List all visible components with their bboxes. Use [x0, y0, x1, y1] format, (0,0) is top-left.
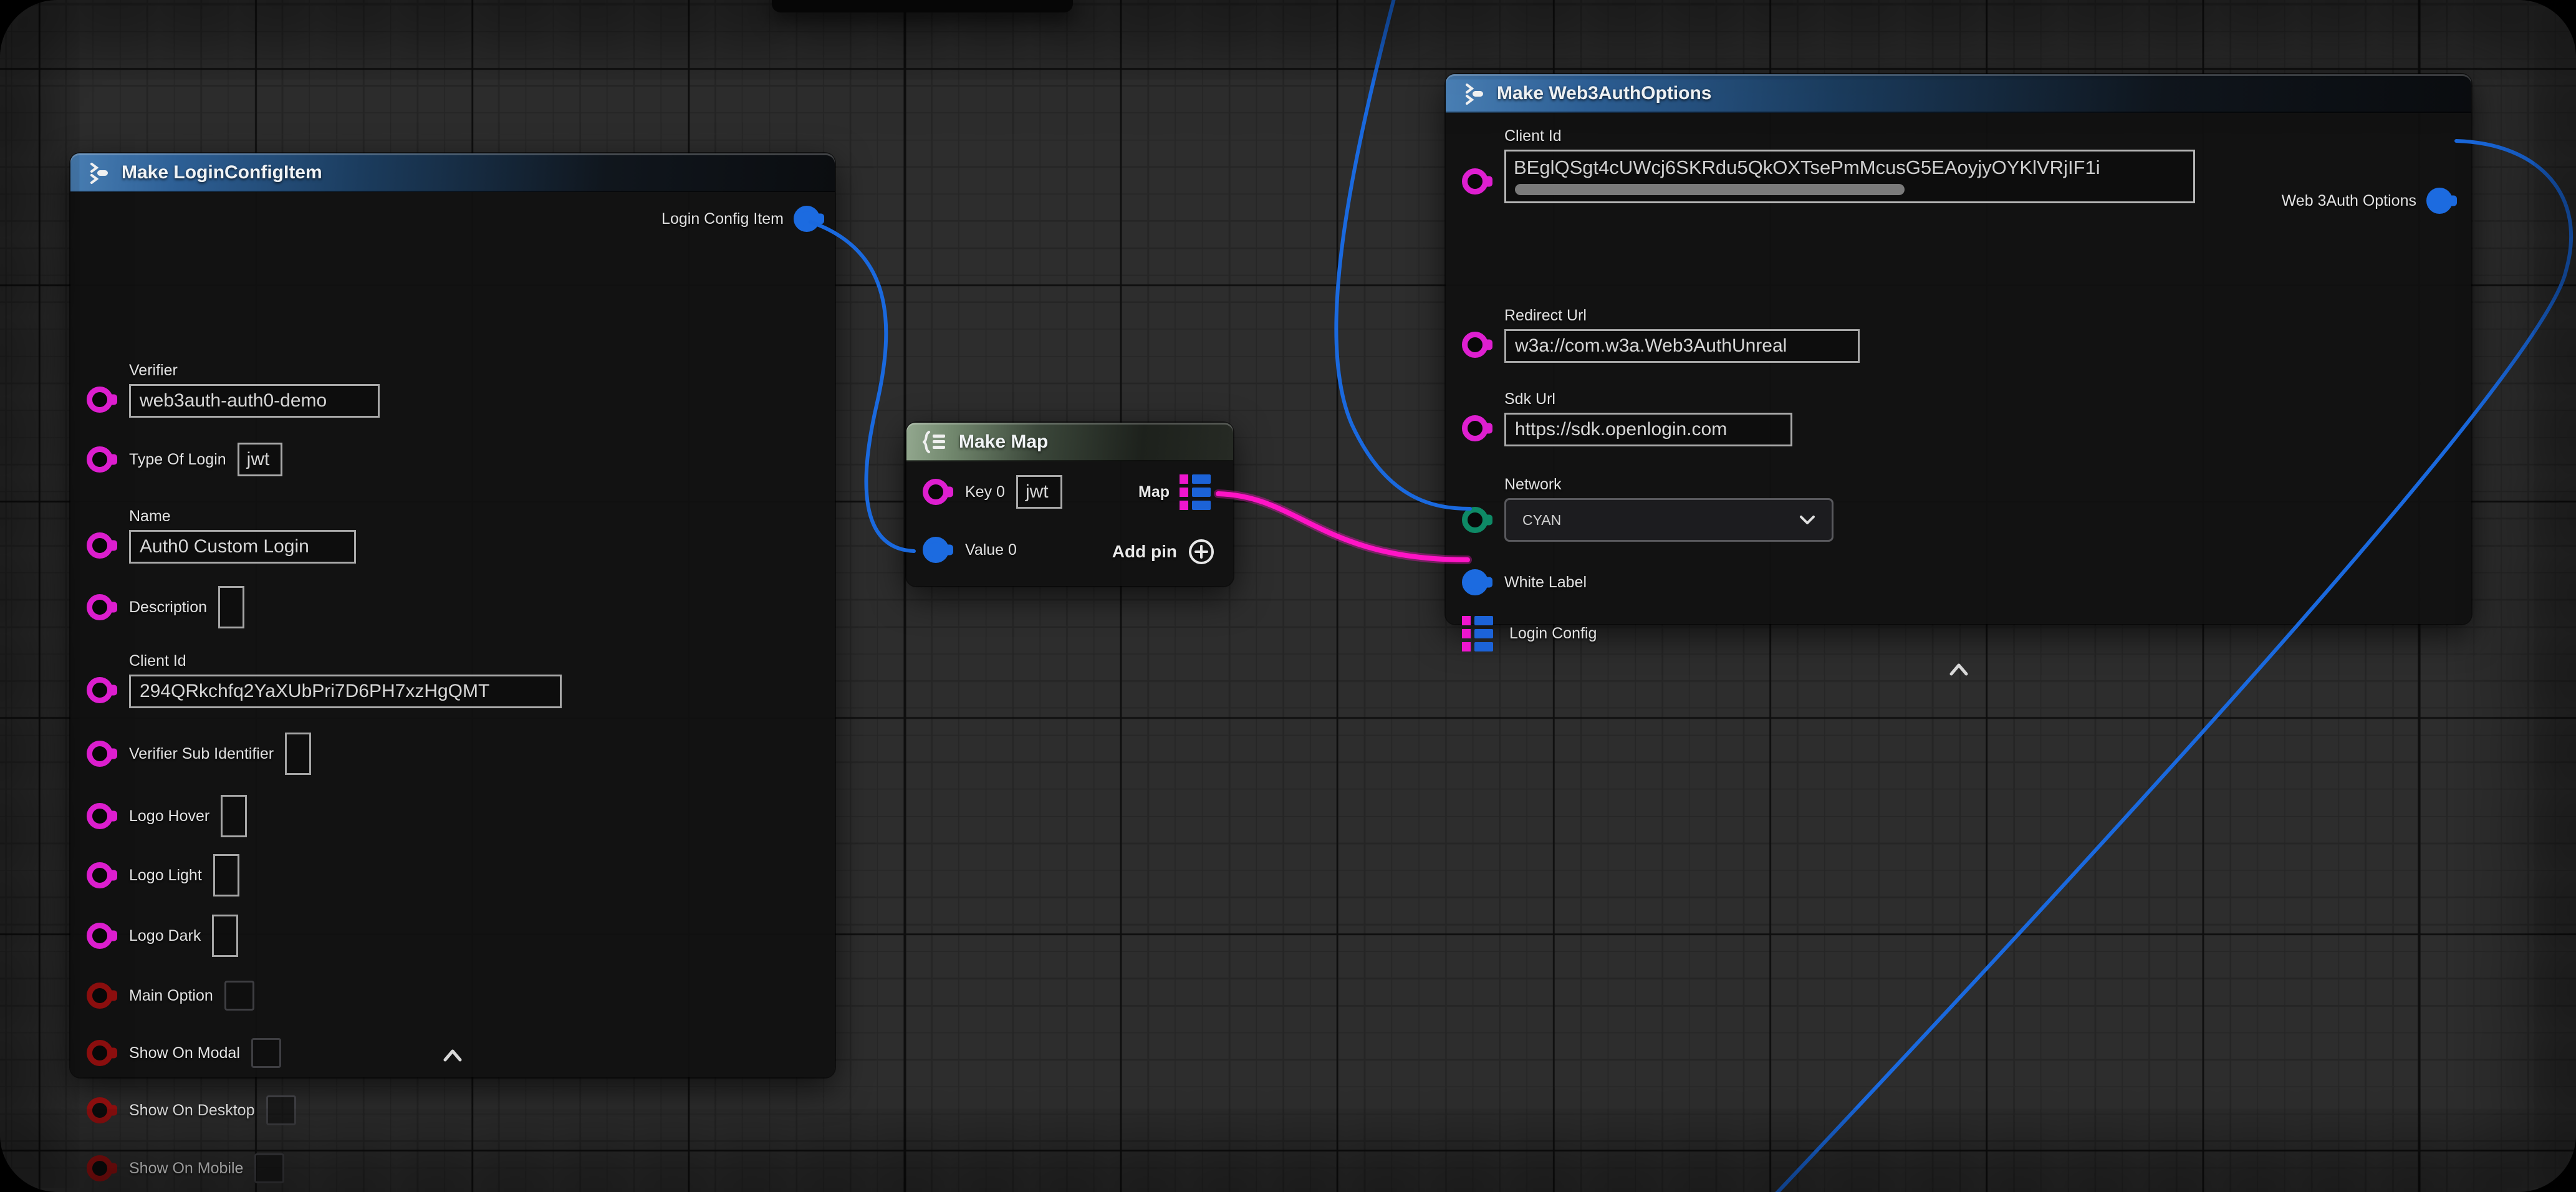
row-logo-light: Logo Light [70, 854, 239, 896]
collapse-node-button[interactable] [1949, 663, 1969, 680]
w3a-client-id-pin[interactable] [1462, 168, 1488, 195]
chevron-down-icon [1799, 515, 1815, 525]
blueprint-graph-canvas[interactable]: Make LoginConfigItem Login Config Item V… [0, 0, 2576, 1192]
key0-pin[interactable] [923, 479, 949, 505]
add-pin-button[interactable]: Add pin [1112, 537, 1216, 566]
verifier-input[interactable]: web3auth-auth0-demo [129, 384, 380, 418]
output-login-config-item[interactable]: Login Config Item [661, 206, 825, 232]
add-pin-icon [1187, 537, 1216, 566]
make-container-icon [923, 430, 949, 454]
verifier-pin[interactable] [87, 387, 113, 413]
node-make-map[interactable]: Make Map Key 0 jwt Map Value 0 Add pin [906, 423, 1233, 586]
make-struct-icon [1462, 81, 1487, 106]
make-struct-icon [87, 160, 112, 185]
show-on-mobile-pin[interactable] [87, 1155, 113, 1181]
logo-dark-pin[interactable] [87, 923, 113, 949]
main-option-checkbox[interactable] [224, 981, 254, 1011]
key0-input[interactable]: jwt [1016, 475, 1062, 509]
row-client-id: Client Id 294QRkchfq2YaXUbPri7D6PH7xzHgQ… [70, 652, 562, 708]
horizontal-scrollbar[interactable] [1515, 184, 1905, 195]
type-of-login-pin[interactable] [87, 446, 113, 473]
logo-light-pin[interactable] [87, 862, 113, 888]
row-verifier-sub-identifier: Verifier Sub Identifier [70, 733, 311, 775]
node-make-loginconfigitem[interactable]: Make LoginConfigItem Login Config Item V… [70, 153, 835, 1077]
row-logo-dark: Logo Dark [70, 915, 238, 957]
node-title: Make LoginConfigItem [122, 162, 322, 183]
redirect-url-pin[interactable] [1462, 332, 1488, 358]
row-logo-hover: Logo Hover [70, 795, 247, 837]
output-map[interactable]: Map [1138, 474, 1216, 510]
value0-pin[interactable] [923, 537, 949, 563]
row-sdk-url: Sdk Url https://sdk.openlogin.com [1446, 390, 1792, 446]
node-header-make-web3authoptions[interactable]: Make Web3AuthOptions [1446, 74, 2471, 113]
sdk-url-pin[interactable] [1462, 415, 1488, 441]
chevron-up-icon [1951, 665, 1966, 674]
row-white-label: White Label [1446, 569, 1587, 595]
offscreen-node-bottom-edge [772, 0, 1073, 12]
row-name: Name Auth0 Custom Login [70, 507, 356, 564]
logo-dark-input[interactable] [212, 915, 238, 957]
redirect-url-input[interactable]: w3a://com.w3a.Web3AuthUnreal [1504, 329, 1860, 363]
node-header-make-map[interactable]: Make Map [906, 423, 1233, 461]
main-option-pin[interactable] [87, 983, 113, 1009]
logo-hover-input[interactable] [221, 795, 247, 837]
node-title: Make Map [959, 431, 1048, 453]
description-input[interactable] [218, 586, 244, 628]
client-id-pin[interactable] [87, 677, 113, 703]
network-dropdown[interactable]: CYAN [1504, 498, 1833, 542]
logo-hover-pin[interactable] [87, 803, 113, 829]
show-on-mobile-checkbox[interactable] [254, 1153, 284, 1183]
row-show-on-mobile: Show On Mobile [70, 1153, 284, 1183]
output-web3auth-options[interactable]: Web 3Auth Options [2282, 188, 2458, 214]
map-output-pin[interactable] [1180, 474, 1211, 510]
web3auth-options-output-pin[interactable] [2426, 188, 2453, 214]
row-type-of-login: Type Of Login jwt [70, 443, 282, 476]
description-pin[interactable] [87, 594, 113, 620]
row-login-config: Login Config [1446, 616, 1597, 651]
name-pin[interactable] [87, 532, 113, 559]
row-network: Network CYAN [1446, 476, 1833, 542]
white-label-pin[interactable] [1462, 569, 1488, 595]
row-show-on-desktop: Show On Desktop [70, 1095, 296, 1125]
collapse-node-button[interactable] [443, 1049, 463, 1065]
node-header-make-loginconfigitem[interactable]: Make LoginConfigItem [70, 153, 835, 192]
row-key0: Key 0 jwt [906, 475, 1062, 509]
logo-light-input[interactable] [213, 854, 239, 896]
row-main-option: Main Option [70, 981, 254, 1011]
verifier-sub-identifier-input[interactable] [285, 733, 311, 775]
show-on-modal-checkbox[interactable] [251, 1038, 281, 1068]
row-description: Description [70, 586, 244, 628]
wire-map-to-login-config-glow [1218, 494, 1468, 560]
show-on-modal-pin[interactable] [87, 1040, 113, 1066]
login-config-item-output-pin[interactable] [794, 206, 820, 232]
row-w3a-client-id: Client Id BEglQSgt4cUWcj6SKRdu5QkOXTsePm… [1446, 127, 2195, 203]
show-on-desktop-checkbox[interactable] [266, 1095, 296, 1125]
client-id-input[interactable]: 294QRkchfq2YaXUbPri7D6PH7xzHgQMT [129, 675, 562, 708]
wire-map-to-login-config[interactable] [1218, 494, 1468, 560]
show-on-desktop-pin[interactable] [87, 1097, 113, 1123]
node-title: Make Web3AuthOptions [1497, 83, 1711, 104]
row-show-on-modal: Show On Modal [70, 1038, 281, 1068]
w3a-client-id-input[interactable]: BEglQSgt4cUWcj6SKRdu5QkOXTsePmMcusG5EAoy… [1504, 150, 2195, 203]
chevron-up-icon [445, 1051, 460, 1060]
row-verifier: Verifier web3auth-auth0-demo [70, 362, 380, 418]
name-input[interactable]: Auth0 Custom Login [129, 530, 356, 564]
node-make-web3authoptions[interactable]: Make Web3AuthOptions Web 3Auth Options C… [1446, 74, 2471, 624]
network-pin[interactable] [1462, 507, 1488, 533]
row-value0: Value 0 [906, 537, 1017, 563]
row-redirect-url: Redirect Url w3a://com.w3a.Web3AuthUnrea… [1446, 307, 1860, 363]
verifier-sub-identifier-pin[interactable] [87, 741, 113, 767]
type-of-login-input[interactable]: jwt [238, 443, 282, 476]
sdk-url-input[interactable]: https://sdk.openlogin.com [1504, 413, 1792, 446]
login-config-pin[interactable] [1462, 616, 1493, 651]
